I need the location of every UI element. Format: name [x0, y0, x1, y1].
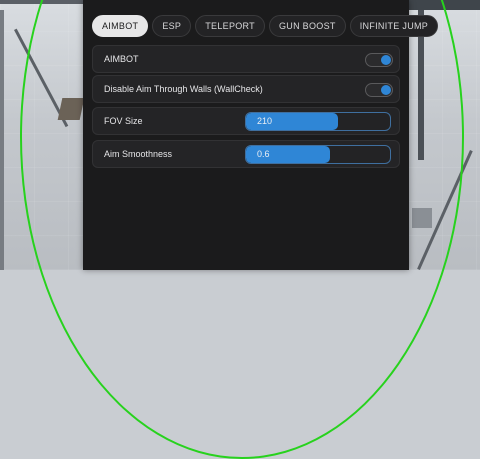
aim-smoothness-row: Aim Smoothness 0.6 [92, 140, 400, 168]
tab-teleport[interactable]: TELEPORT [195, 15, 265, 37]
aim-smoothness-value: 0.6 [257, 149, 270, 159]
aim-smoothness-slider[interactable]: 0.6 [245, 145, 391, 164]
fov-size-label: FOV Size [104, 116, 143, 126]
aimbot-panel: AIMBOT ESP TELEPORT GUN BOOST INFINITE J… [83, 0, 439, 270]
wallcheck-toggle-row: Disable Aim Through Walls (WallCheck) [92, 75, 400, 103]
tab-gun-boost[interactable]: GUN BOOST [268, 15, 346, 37]
toggle-knob [381, 55, 391, 65]
aimbot-toggle[interactable] [365, 53, 393, 67]
fov-size-slider[interactable]: 210 [245, 112, 391, 131]
fov-size-value: 210 [257, 116, 273, 126]
tab-bar: AIMBOT ESP TELEPORT GUN BOOST INFINITE J… [92, 15, 439, 37]
aimbot-toggle-label: AIMBOT [104, 54, 139, 64]
fov-size-row: FOV Size 210 [92, 107, 400, 135]
floor-hole [412, 208, 432, 228]
tab-infinite-jump[interactable]: INFINITE JUMP [349, 15, 439, 37]
dark-block [57, 98, 85, 120]
tab-esp[interactable]: ESP [152, 15, 192, 37]
aimbot-toggle-row: AIMBOT [92, 45, 400, 73]
wallcheck-toggle[interactable] [365, 83, 393, 97]
aim-smoothness-label: Aim Smoothness [104, 149, 173, 159]
tab-aimbot[interactable]: AIMBOT [92, 15, 149, 37]
toggle-knob [381, 85, 391, 95]
railing-left-post [0, 10, 4, 270]
wallcheck-toggle-label: Disable Aim Through Walls (WallCheck) [104, 84, 263, 94]
railing-right-top [400, 0, 480, 10]
